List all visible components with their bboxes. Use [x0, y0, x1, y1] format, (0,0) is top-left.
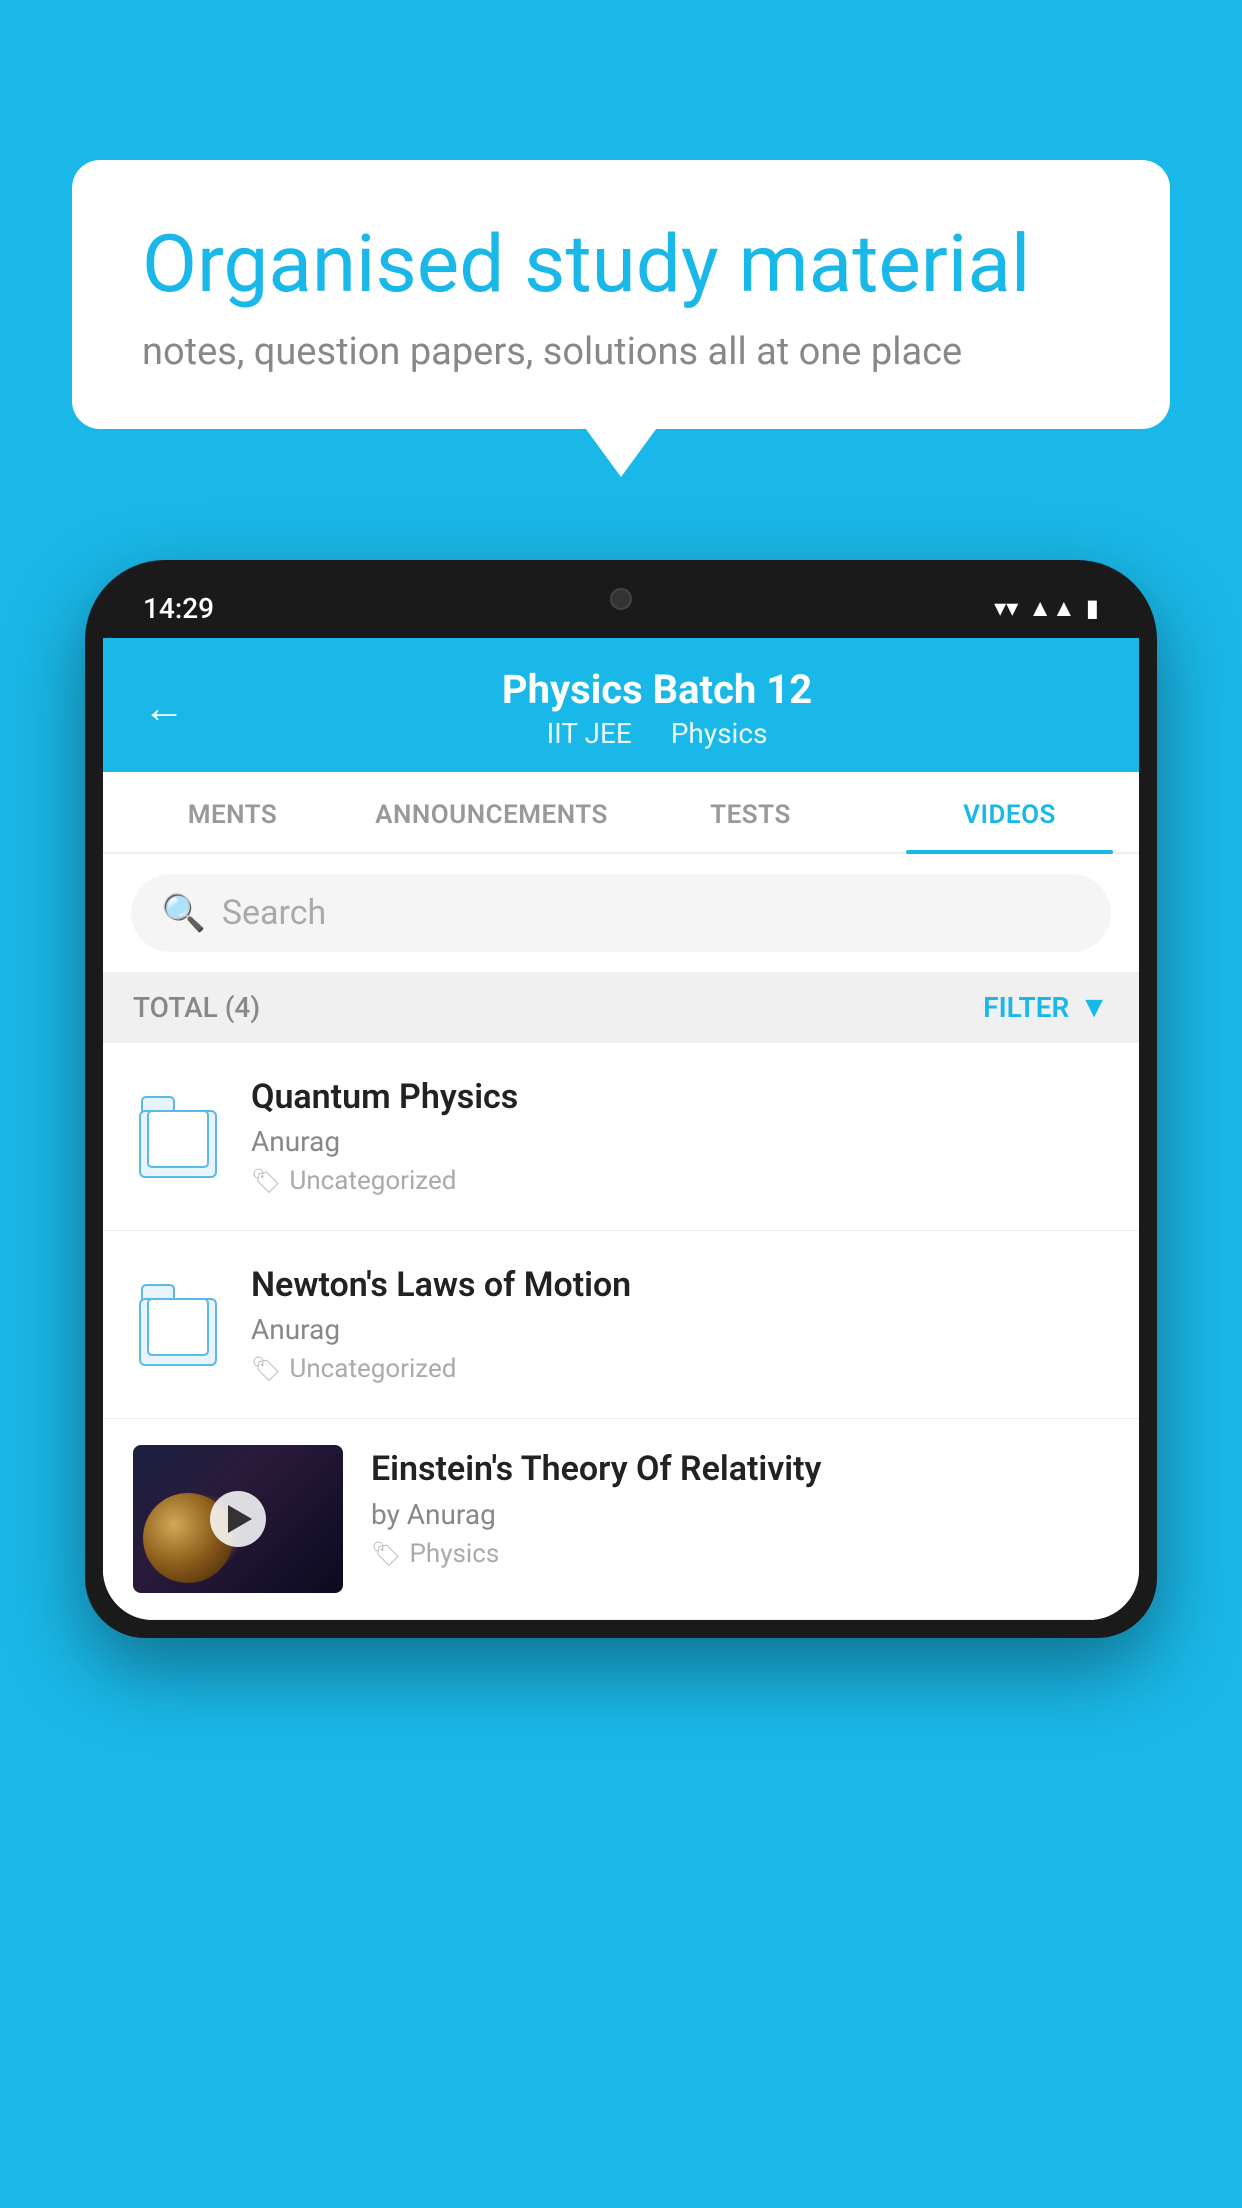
phone-notch: [551, 578, 691, 620]
video-title: Einstein's Theory Of Relativity: [371, 1449, 1109, 1490]
list-item[interactable]: Newton's Laws of Motion Anurag 🏷 Uncateg…: [103, 1231, 1139, 1419]
video-title: Newton's Laws of Motion: [251, 1265, 1109, 1305]
phone-mockup: 14:29 ▾▾ ▲▲ ▮ ← Physics Batch 12 IIT JEE: [85, 560, 1157, 2208]
tag-icon: 🏷: [251, 1167, 281, 1195]
filter-bar: TOTAL (4) FILTER ▼: [103, 972, 1139, 1043]
folder-icon: [139, 1284, 217, 1366]
filter-funnel-icon: ▼: [1079, 990, 1109, 1025]
phone-body: 14:29 ▾▾ ▲▲ ▮ ← Physics Batch 12 IIT JEE: [85, 560, 1157, 1638]
batch-title: Physics Batch 12: [215, 666, 1099, 713]
time-display: 14:29: [143, 592, 214, 625]
video-author: Anurag: [251, 1313, 1109, 1346]
video-author: by Anurag: [371, 1498, 1109, 1531]
video-tag: 🏷 Uncategorized: [251, 1354, 1109, 1384]
status-bar: 14:29 ▾▾ ▲▲ ▮: [103, 578, 1139, 638]
video-author: Anurag: [251, 1125, 1109, 1158]
tag-icon: 🏷: [251, 1355, 281, 1383]
hero-subtitle: notes, question papers, solutions all at…: [142, 330, 1100, 374]
play-button[interactable]: [210, 1491, 266, 1547]
wifi-icon: ▾▾: [994, 594, 1018, 622]
tab-ments[interactable]: MENTS: [103, 772, 362, 852]
video-info: Quantum Physics Anurag 🏷 Uncategorized: [251, 1077, 1109, 1196]
search-bar[interactable]: 🔍 Search: [131, 874, 1111, 952]
phone-screen: ← Physics Batch 12 IIT JEE Physics MENTS…: [103, 638, 1139, 1620]
total-count: TOTAL (4): [133, 991, 260, 1024]
search-placeholder: Search: [222, 893, 326, 933]
search-container: 🔍 Search: [103, 854, 1139, 972]
list-item[interactable]: Quantum Physics Anurag 🏷 Uncategorized: [103, 1043, 1139, 1231]
back-button[interactable]: ←: [143, 684, 185, 733]
camera-dot: [610, 588, 632, 610]
tabs-bar: MENTS ANNOUNCEMENTS TESTS VIDEOS: [103, 772, 1139, 854]
app-header: ← Physics Batch 12 IIT JEE Physics: [103, 638, 1139, 772]
status-icons: ▾▾ ▲▲ ▮: [994, 594, 1099, 623]
video-list: Quantum Physics Anurag 🏷 Uncategorized: [103, 1043, 1139, 1620]
tag-label: Physics: [409, 1539, 499, 1569]
batch-subtitle: IIT JEE Physics: [215, 717, 1099, 750]
subtitle-physics: Physics: [671, 717, 768, 750]
hero-title: Organised study material: [142, 220, 1100, 308]
tab-videos[interactable]: VIDEOS: [880, 772, 1139, 852]
filter-button[interactable]: FILTER ▼: [983, 990, 1109, 1025]
video-info: Einstein's Theory Of Relativity by Anura…: [371, 1445, 1109, 1569]
filter-label: FILTER: [983, 991, 1069, 1024]
item-icon-wrap: [133, 1275, 223, 1375]
signal-icon: ▲▲: [1028, 594, 1076, 623]
video-title: Quantum Physics: [251, 1077, 1109, 1117]
video-tag: 🏷 Uncategorized: [251, 1166, 1109, 1196]
list-item[interactable]: Einstein's Theory Of Relativity by Anura…: [103, 1419, 1139, 1620]
video-thumbnail: [133, 1445, 343, 1593]
tab-announcements[interactable]: ANNOUNCEMENTS: [362, 772, 621, 852]
video-tag: 🏷 Physics: [371, 1539, 1109, 1569]
battery-icon: ▮: [1086, 594, 1099, 622]
subtitle-iit: IIT JEE: [547, 717, 632, 750]
play-triangle-icon: [228, 1505, 252, 1533]
tag-label: Uncategorized: [289, 1354, 456, 1384]
item-icon-wrap: [133, 1087, 223, 1187]
header-title-group: Physics Batch 12 IIT JEE Physics: [215, 666, 1099, 750]
tag-label: Uncategorized: [289, 1166, 456, 1196]
hero-card: Organised study material notes, question…: [72, 160, 1170, 429]
folder-icon: [139, 1096, 217, 1178]
search-icon: 🔍: [161, 892, 206, 934]
video-info: Newton's Laws of Motion Anurag 🏷 Uncateg…: [251, 1265, 1109, 1384]
tag-icon: 🏷: [371, 1540, 401, 1568]
tab-tests[interactable]: TESTS: [621, 772, 880, 852]
